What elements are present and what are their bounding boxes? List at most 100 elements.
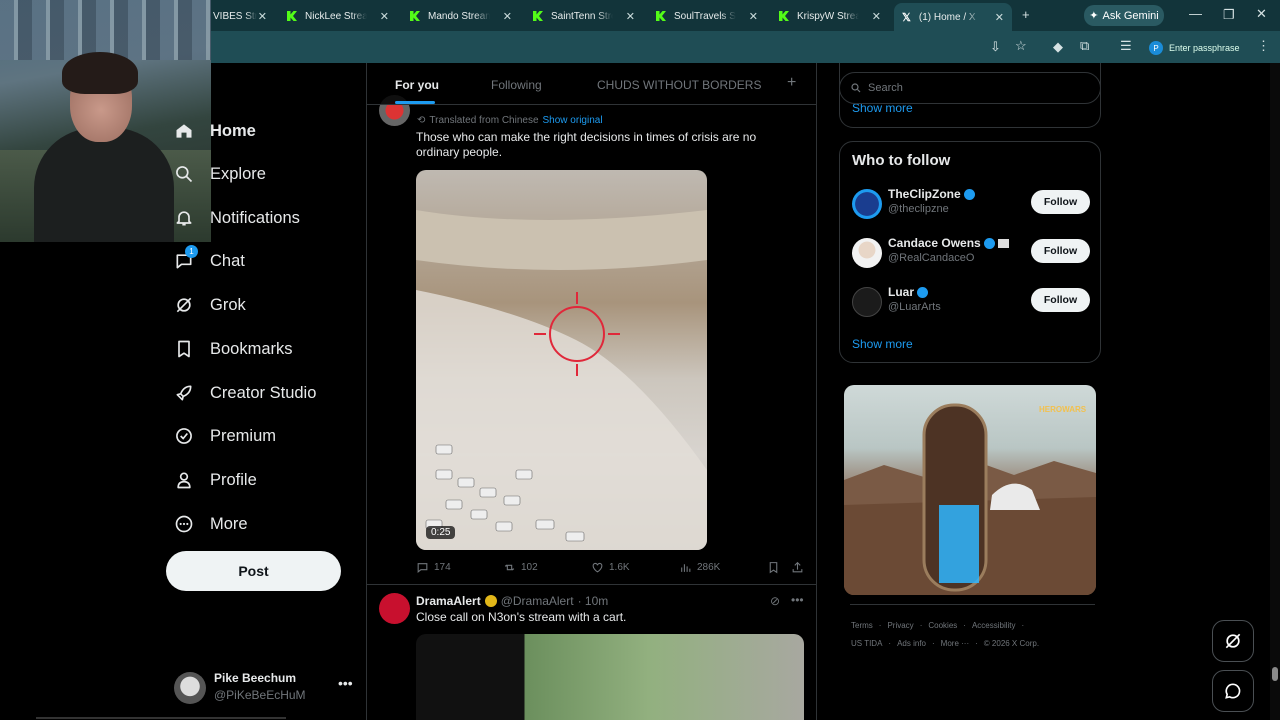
close-window-icon[interactable]: ✕ (1256, 6, 1267, 22)
vertical-scrollbar[interactable] (1270, 63, 1280, 720)
nav-bookmarks[interactable]: Bookmarks (172, 334, 293, 364)
nav-chat[interactable]: 1 Chat (172, 245, 245, 276)
kick-favicon-icon (656, 11, 666, 21)
browser-tab[interactable]: VIBES Str... ✕ (205, 4, 275, 28)
tab-chuds-without-borders[interactable]: CHUDS WITHOUT BORDERS (597, 78, 761, 92)
close-icon[interactable]: ✕ (503, 10, 512, 23)
horizontal-scrollbar[interactable] (36, 717, 286, 719)
close-icon[interactable]: ✕ (380, 10, 389, 23)
views-button[interactable]: 286K (679, 561, 720, 574)
restore-icon[interactable]: ❐ (1223, 7, 1235, 23)
nav-grok[interactable]: Grok (172, 290, 246, 320)
close-icon[interactable]: ✕ (872, 10, 881, 23)
bookmark-button[interactable] (767, 561, 780, 574)
nav-profile[interactable]: Profile (172, 465, 257, 495)
puzzle-icon[interactable]: ⧉ (1080, 38, 1089, 54)
minimize-icon[interactable]: — (1189, 6, 1202, 21)
show-original-link[interactable]: Show original (543, 115, 603, 126)
close-icon[interactable]: ✕ (995, 11, 1004, 24)
extension-icon[interactable]: ◆ (1053, 39, 1063, 55)
like-button[interactable]: 1.6K (591, 561, 630, 574)
close-icon[interactable]: ✕ (258, 10, 267, 23)
nav-more[interactable]: More (172, 509, 248, 539)
nav-explore[interactable]: Explore (172, 159, 266, 189)
post-video[interactable]: 0:25 (416, 170, 707, 550)
author-handle[interactable]: @DramaAlert (501, 594, 574, 608)
post-avatar[interactable] (379, 593, 410, 624)
nav-notifications[interactable]: Notifications (172, 203, 300, 233)
follow-button[interactable]: Follow (1031, 190, 1090, 214)
ask-gemini-button[interactable]: ✦ Ask Gemini (1084, 5, 1164, 26)
kick-favicon-icon (410, 11, 420, 21)
views-chart-icon (681, 564, 691, 572)
footer-ads-info-link[interactable]: Ads info (897, 639, 926, 648)
translate-icon: ⟲ (417, 115, 426, 126)
add-tab-icon[interactable]: + (787, 74, 796, 92)
footer-tida-link[interactable]: US TIDA (851, 639, 882, 648)
translated-label: Translated from Chinese (429, 115, 539, 126)
follow-button[interactable]: Follow (1031, 288, 1090, 312)
nav-label: Grok (210, 295, 246, 314)
author-name[interactable]: DramaAlert (416, 594, 481, 608)
share-button[interactable] (791, 561, 804, 574)
nav-label: More (210, 514, 248, 533)
messages-fab[interactable] (1212, 670, 1254, 712)
more-dots-icon[interactable]: ••• (791, 593, 804, 607)
nav-creator-studio[interactable]: Creator Studio (172, 378, 316, 408)
search-input[interactable]: Search (839, 72, 1101, 104)
suggestion-row[interactable]: TheClipZone @theclipzne Follow (852, 187, 1092, 223)
suggestion-row[interactable]: Luar @LuarArts Follow (852, 285, 1092, 321)
grok-fab[interactable] (1212, 620, 1254, 662)
view-count: 286K (697, 562, 721, 573)
suggestion-row[interactable]: Candace Owens @RealCandaceO Follow (852, 236, 1092, 272)
browser-tab[interactable]: KrispyW Stream - ✕ (771, 4, 889, 28)
reply-button[interactable]: 174 (416, 561, 451, 574)
footer-more-link[interactable]: More ··· (941, 639, 969, 648)
browser-tab[interactable]: NickLee Stream - ✕ (279, 4, 397, 28)
close-icon[interactable]: ✕ (749, 10, 758, 23)
footer-cookies-link[interactable]: Cookies (928, 621, 957, 630)
follow-button[interactable]: Follow (1031, 239, 1090, 263)
heart-icon (592, 562, 603, 573)
star-icon[interactable]: ☆ (1015, 38, 1027, 54)
chat-badge: 1 (185, 245, 198, 258)
person-icon (172, 468, 196, 492)
affiliate-badge-icon (997, 238, 1009, 248)
browser-tab[interactable]: SaintTenn Stream ✕ (525, 4, 643, 28)
post-video[interactable] (416, 634, 804, 720)
more-dots-icon[interactable]: ••• (338, 675, 353, 691)
passphrase-label: Enter passphrase (1169, 43, 1240, 53)
nav-home[interactable]: Home (172, 116, 256, 146)
post-divider (367, 584, 816, 585)
gemini-sparkle-icon: ✦ (1089, 10, 1099, 22)
bell-icon (172, 206, 196, 230)
menu-kebab-icon[interactable]: ⋮ (1257, 38, 1270, 54)
show-more-link[interactable]: Show more (852, 337, 913, 351)
repost-button[interactable]: 102 (503, 561, 538, 574)
game-ad-image[interactable]: HEROWARS (844, 385, 1096, 595)
new-tab-icon[interactable]: + (1022, 7, 1030, 22)
footer-accessibility-link[interactable]: Accessibility (972, 621, 1016, 630)
footer-terms-link[interactable]: Terms (851, 621, 873, 630)
grok-icon[interactable]: ⊘ (770, 594, 780, 608)
reading-list-icon[interactable]: ☰ (1120, 38, 1132, 54)
browser-tab-active[interactable]: 𝕏 (1) Home / X ✕ (894, 3, 1012, 31)
profile-passphrase-button[interactable]: P Enter passphrase (1149, 39, 1240, 57)
install-app-icon[interactable]: ⇩ (990, 39, 1001, 55)
verified-icon (917, 286, 929, 298)
account-switcher[interactable]: Pike Beechum @PiKeBeEcHuM ••• (174, 669, 354, 709)
tab-following[interactable]: Following (491, 78, 542, 92)
browser-tab[interactable]: Mando Stream - \ ✕ (402, 4, 520, 28)
scrollbar-thumb[interactable] (1272, 667, 1278, 681)
post-button[interactable]: Post (166, 551, 341, 591)
chat-icon: 1 (172, 245, 198, 273)
home-icon (172, 119, 196, 143)
avatar (852, 189, 882, 219)
video-duration: 0:25 (426, 526, 456, 539)
nav-premium[interactable]: Premium (172, 421, 276, 451)
close-icon[interactable]: ✕ (626, 10, 635, 23)
browser-tab[interactable]: SoulTravels Strea ✕ (648, 4, 766, 28)
footer-privacy-link[interactable]: Privacy (887, 621, 913, 630)
suggestion-handle: @RealCandaceO (888, 252, 975, 264)
tab-for-you[interactable]: For you (395, 78, 439, 92)
